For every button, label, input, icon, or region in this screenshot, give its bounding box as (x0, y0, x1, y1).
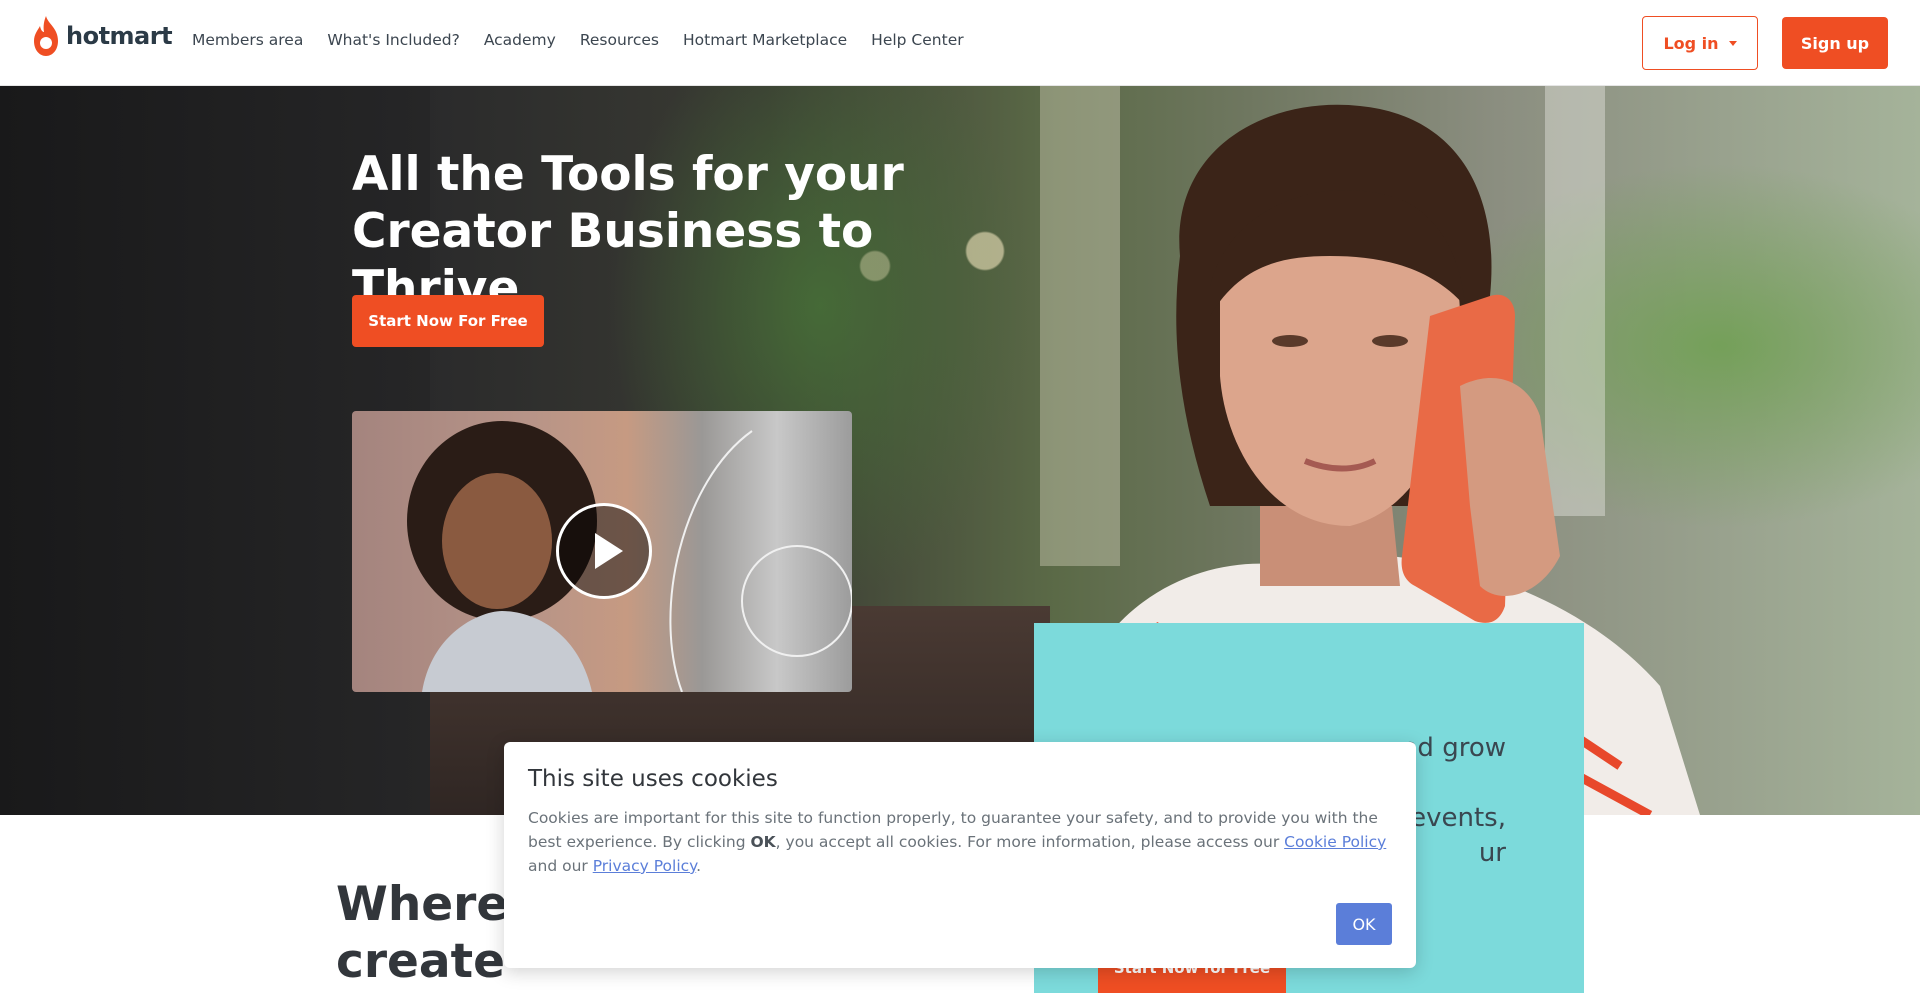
cookie-text: Cookies are important for this site to f… (528, 806, 1398, 878)
privacy-policy-link[interactable]: Privacy Policy (593, 857, 696, 875)
play-button[interactable] (556, 503, 652, 599)
site-header: hotmart Members area What's Included? Ac… (0, 0, 1920, 86)
logo-text: hotmart (66, 22, 173, 50)
main-nav: Members area What's Included? Academy Re… (192, 31, 964, 49)
signup-button[interactable]: Sign up (1782, 17, 1888, 69)
cookie-text-part: . (696, 857, 702, 875)
hero-section: All the Tools for your Creator Business … (0, 86, 1920, 815)
play-icon (595, 533, 623, 569)
cookie-banner: This site uses cookies Cookies are impor… (504, 742, 1416, 968)
nav-resources[interactable]: Resources (580, 31, 659, 49)
nav-academy[interactable]: Academy (484, 31, 556, 49)
hero-video-thumbnail[interactable] (352, 411, 852, 692)
nav-hotmart-marketplace[interactable]: Hotmart Marketplace (683, 31, 847, 49)
login-label: Log in (1663, 33, 1719, 53)
hero-title: All the Tools for your Creator Business … (352, 147, 904, 316)
nav-members-area[interactable]: Members area (192, 31, 303, 49)
cookie-ok-mention: OK (750, 833, 776, 851)
cookie-text-part: and our (528, 857, 593, 875)
cookie-text-part: , you accept all cookies. For more infor… (775, 833, 1285, 851)
flame-icon (34, 16, 58, 56)
caret-down-icon (1728, 40, 1737, 46)
login-button[interactable]: Log in (1642, 16, 1758, 70)
cookie-ok-button[interactable]: OK (1336, 903, 1392, 945)
nav-whats-included[interactable]: What's Included? (327, 31, 459, 49)
hero-start-button[interactable]: Start Now For Free (352, 295, 544, 347)
hotmart-logo[interactable]: hotmart (30, 14, 173, 58)
cookie-policy-link[interactable]: Cookie Policy (1284, 833, 1386, 851)
nav-help-center[interactable]: Help Center (871, 31, 963, 49)
cookie-title: This site uses cookies (528, 766, 778, 792)
